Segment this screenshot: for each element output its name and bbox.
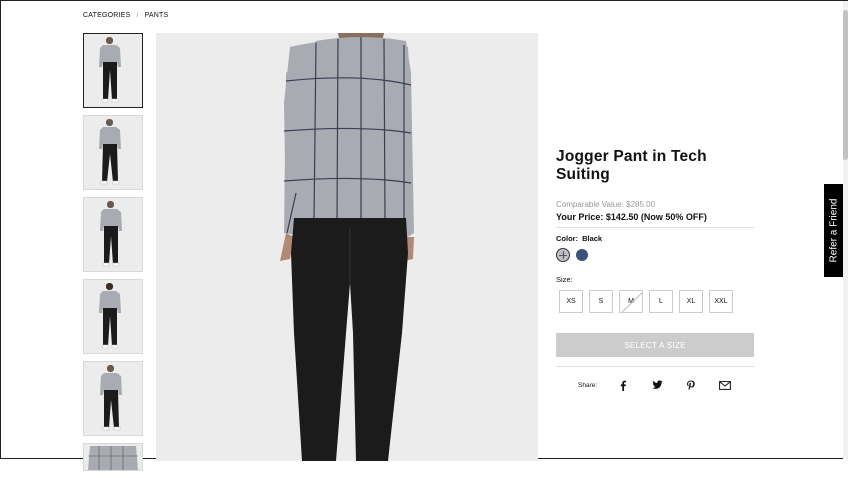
size-l-button[interactable]: L <box>649 290 673 313</box>
thumbnail-5[interactable] <box>83 361 143 436</box>
scrollbar-thumb[interactable] <box>843 10 848 160</box>
color-value: Black <box>582 234 603 243</box>
refer-a-friend-label: Refer a Friend <box>828 198 840 263</box>
color-label: Color: <box>556 234 579 243</box>
size-m-label: M <box>628 298 634 305</box>
color-row: Color: Black <box>556 234 754 243</box>
thumbnail-list <box>83 33 143 478</box>
product-info-panel: Jogger Pant in Tech Suiting Comparable V… <box>556 148 754 393</box>
size-s-button[interactable]: S <box>589 290 613 313</box>
product-title: Jogger Pant in Tech Suiting <box>556 148 707 183</box>
swatch-navy[interactable] <box>576 249 588 261</box>
facebook-icon[interactable] <box>615 377 631 393</box>
size-xs-button[interactable]: XS <box>559 290 583 313</box>
thumbnail-6[interactable] <box>83 443 143 471</box>
your-price: Your Price: $142.50 (Now 50% OFF) <box>556 212 707 222</box>
comparable-value: Comparable Value: $285.00 <box>556 200 656 209</box>
size-xl-button[interactable]: XL <box>679 290 703 313</box>
twitter-icon[interactable] <box>649 377 665 393</box>
email-icon[interactable] <box>717 377 733 393</box>
breadcrumb-categories[interactable]: CATEGORIES <box>83 12 130 19</box>
main-product-image[interactable] <box>156 33 538 461</box>
size-m-button[interactable]: M <box>619 290 643 313</box>
breadcrumb-pants[interactable]: PANTS <box>145 12 169 19</box>
size-label: Size: <box>556 275 573 284</box>
thumbnail-4[interactable] <box>83 279 143 354</box>
color-swatches <box>556 248 754 262</box>
thumbnail-3[interactable] <box>83 197 143 272</box>
breadcrumb-separator: / <box>136 12 139 19</box>
size-options: XS S M L XL XXL <box>559 290 754 313</box>
thumbnail-2[interactable] <box>83 115 143 190</box>
select-size-button[interactable]: SELECT A SIZE <box>556 333 754 357</box>
pinterest-icon[interactable] <box>683 377 699 393</box>
share-label: Share: <box>578 381 598 389</box>
share-icons <box>615 377 733 393</box>
divider <box>556 366 754 367</box>
divider <box>556 227 754 228</box>
refer-a-friend-tab[interactable]: Refer a Friend <box>824 184 843 277</box>
size-xxl-button[interactable]: XXL <box>709 290 733 313</box>
thumbnail-1[interactable] <box>83 33 143 108</box>
share-row: Share: <box>556 377 754 393</box>
swatch-grey-windowpane[interactable] <box>556 248 570 262</box>
breadcrumb: CATEGORIES / PANTS <box>83 12 168 19</box>
scrollbar[interactable] <box>843 1 848 459</box>
